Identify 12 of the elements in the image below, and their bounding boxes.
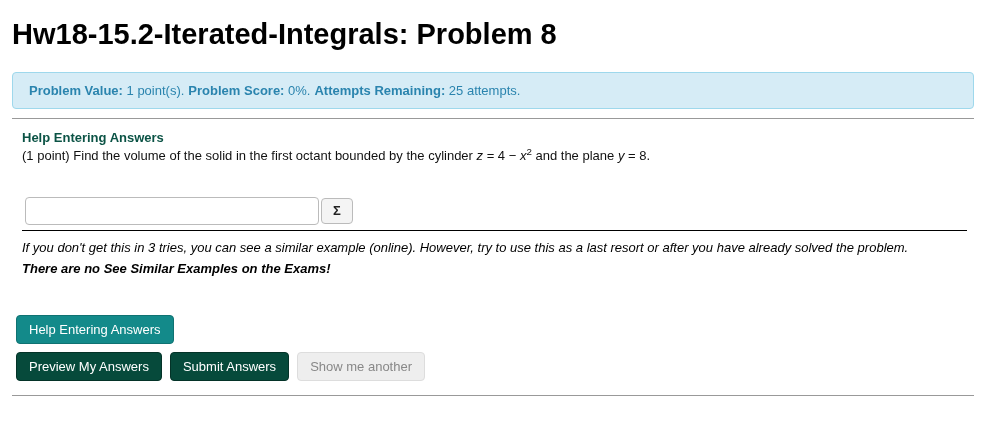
action-button[interactable]: Preview My Answers [16, 352, 162, 381]
page-title: Hw18-15.2-Iterated-Integrals: Problem 8 [12, 17, 558, 52]
action-button[interactable]: Submit Answers [169, 352, 290, 381]
info-text: Attempts Remaining: 25 attempts. [314, 81, 521, 100]
equation-editor-button[interactable]: Σ [321, 198, 353, 224]
info-text: Problem Value: 1 point(s). [29, 81, 185, 100]
help-link[interactable]: Help Entering Answers [22, 130, 991, 146]
info-text: Problem Score: 0%. [188, 81, 311, 100]
similar-example-note: If you don't get this in 3 tries, you can see a similar example (online). However, try to use this as a last resort or after you have already solved the problem. There are no See Similar Examples on the Exams! [22, 239, 910, 278]
help-entering-answers-button[interactable]: Help Entering Answers [16, 315, 174, 344]
answer-field[interactable] [25, 197, 319, 225]
problem-statement: (1 point) Find the volume of the solid in the first octant bounded by the cylinder z = 4 − x$^{2}$ and the plane y = 8. [22, 146, 652, 165]
